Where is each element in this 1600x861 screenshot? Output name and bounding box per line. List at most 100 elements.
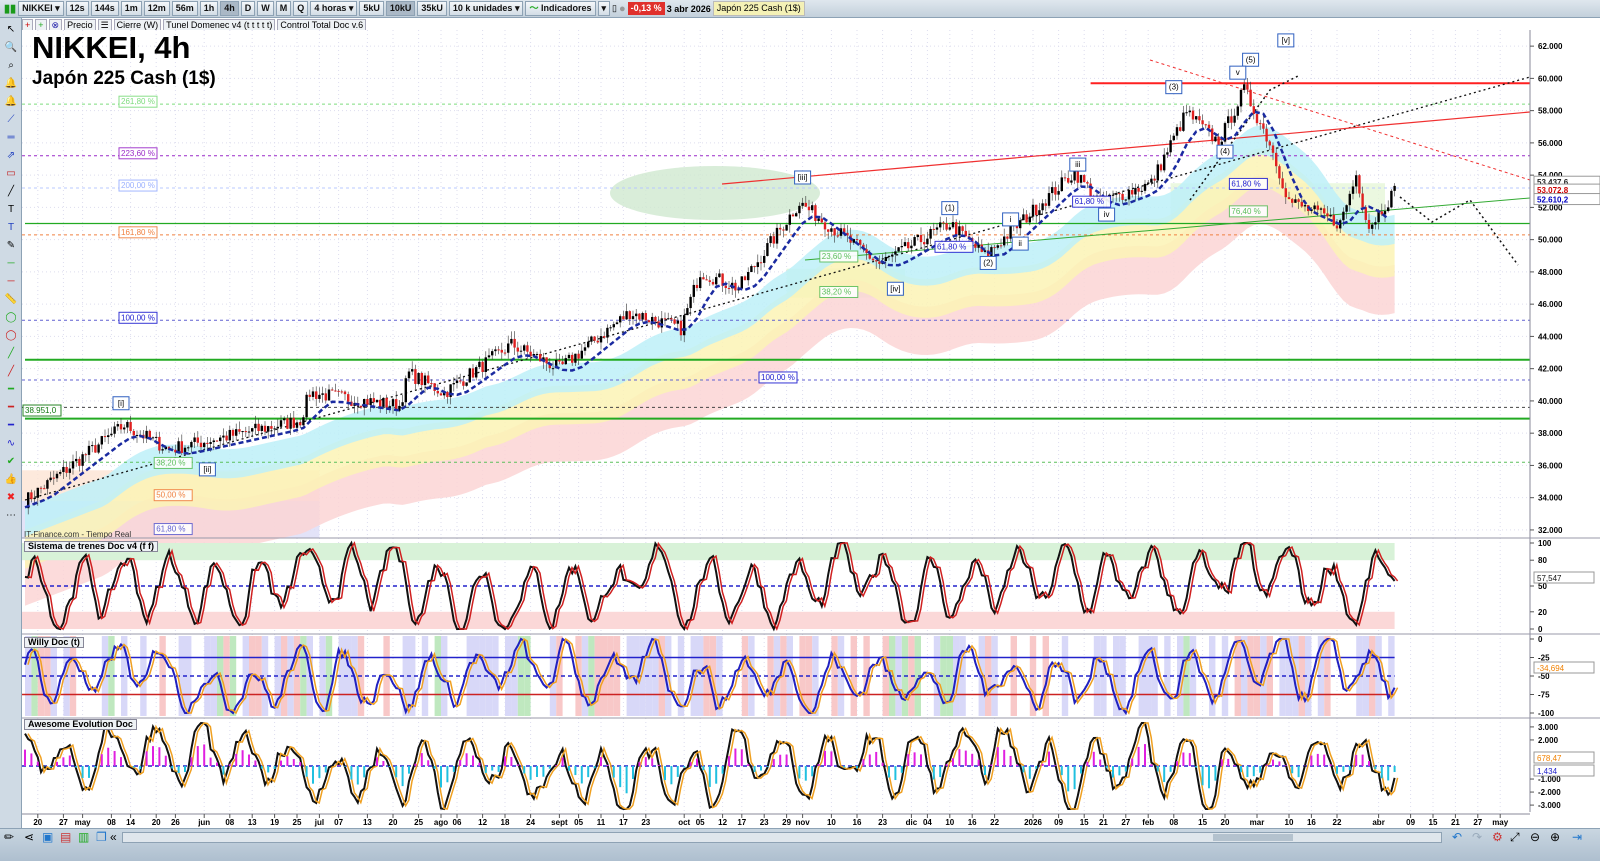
candle-body [683, 315, 686, 336]
candle-body [119, 424, 123, 430]
candle-body [635, 313, 638, 317]
elliott-wave-label: [ii] [203, 465, 211, 474]
candle-body [87, 445, 91, 455]
undo-icon[interactable]: ↶ [1452, 830, 1462, 844]
candle-body [1294, 199, 1297, 203]
oscillator-axis-label: 0 [1538, 635, 1543, 644]
time-axis-label: 05 [696, 818, 705, 827]
time-axis-label: 15 [1198, 818, 1207, 827]
candle-body [270, 426, 273, 429]
time-axis-label: dic [906, 818, 918, 827]
candle-body [1031, 204, 1035, 217]
candle-body [1166, 152, 1169, 155]
candle-body [523, 345, 526, 351]
candle-body [305, 394, 308, 418]
candle-body [1086, 182, 1089, 184]
oscillator-axis-label: 2.000 [1538, 736, 1559, 745]
elliott-wave-label: [i] [118, 399, 124, 408]
candle-body [945, 223, 948, 230]
candle-body [68, 468, 71, 473]
candle-body [372, 398, 375, 403]
time-axis-label: 24 [526, 818, 535, 827]
fib-label: 100,00 % [761, 373, 795, 382]
candle-body [1287, 197, 1291, 200]
candle-body [836, 235, 839, 237]
panel-title-awesome[interactable]: Awesome Evolution Doc [24, 719, 137, 730]
collapse-icon[interactable]: « [110, 830, 117, 844]
redo-icon[interactable]: ↷ [1472, 830, 1482, 844]
candle-body [193, 437, 196, 442]
zoom-in-icon[interactable]: ⊕ [1550, 830, 1560, 844]
candle-body [1025, 214, 1028, 223]
time-axis-label: may [75, 818, 92, 827]
candle-body [295, 422, 299, 428]
candle-body [103, 436, 107, 438]
candle-body [1172, 135, 1175, 141]
candle-body [417, 372, 420, 384]
candle-body [923, 242, 926, 245]
candle-body [1284, 188, 1287, 198]
candle-body [910, 245, 913, 249]
panel-title-trenes[interactable]: Sistema de trenes Doc v4 (f f) [24, 541, 159, 552]
candle-body [801, 202, 804, 206]
candle-body [727, 287, 731, 289]
candle-body [903, 242, 907, 247]
pencil-icon[interactable]: ✏ [4, 830, 14, 844]
candle-body [785, 224, 788, 231]
time-axis-label: 12 [478, 818, 487, 827]
candle-body [711, 281, 715, 285]
time-axis-label: 16 [968, 818, 977, 827]
candle-body [1323, 208, 1326, 214]
calc-icon[interactable]: ▤ [60, 830, 71, 844]
share-icon[interactable]: ⋖ [24, 830, 34, 844]
zoom-fit-icon[interactable]: ⤢ [1510, 830, 1520, 845]
candle-body [1134, 188, 1137, 195]
candle-body [900, 246, 903, 248]
time-axis-label: 29 [782, 818, 791, 827]
candle-body [999, 245, 1003, 247]
horizontal-scrollbar[interactable] [122, 832, 1442, 843]
candle-body [369, 398, 372, 406]
candle-body [484, 357, 487, 372]
candle-body [1076, 170, 1079, 183]
time-axis-label: 22 [990, 818, 999, 827]
candle-body [535, 353, 539, 355]
layers-icon[interactable]: ▥ [78, 830, 89, 844]
time-axis-label: 07 [334, 818, 343, 827]
scroll-thumb[interactable] [1213, 834, 1293, 841]
candle-body [187, 447, 190, 449]
candle-body [1201, 120, 1204, 125]
candle-body [107, 435, 110, 438]
oscillator-axis-label: -25 [1538, 654, 1550, 663]
fib-label: 23,60 % [822, 252, 851, 261]
windows-icon[interactable]: ❐ [96, 830, 107, 844]
candle-body [209, 442, 212, 444]
time-axis-label: 27 [1121, 818, 1130, 827]
candle-body [212, 440, 215, 443]
candle-body [1073, 170, 1076, 181]
candle-body [875, 260, 878, 262]
candle-body [689, 296, 692, 309]
panel-title-willy[interactable]: Willy Doc (t) [24, 637, 84, 648]
price-axis-label: 34.000 [1538, 494, 1563, 503]
candle-body [788, 214, 791, 225]
price-axis-label: 38.000 [1538, 429, 1563, 438]
scroll-end-icon[interactable]: ⇥ [1572, 830, 1582, 844]
zoom-out-icon[interactable]: ⊖ [1530, 830, 1540, 844]
candle-body [955, 222, 958, 236]
candle-body [609, 327, 612, 329]
candle-body [670, 318, 673, 320]
candle-body [1303, 205, 1307, 207]
settings-icon[interactable]: ⚙ [1492, 830, 1503, 844]
candle-body [1121, 193, 1124, 200]
candle-body [1060, 177, 1063, 192]
candle-body [1175, 127, 1179, 136]
candle-body [321, 393, 324, 395]
candle-body [1364, 207, 1367, 220]
elliott-wave-label: i [1010, 215, 1012, 224]
candle-body [526, 345, 529, 352]
candle-body [913, 237, 916, 246]
chart-canvas[interactable]: 261,80 % 223,60 % 200,00 % 161,80 % 100,00 %… [0, 0, 1600, 861]
chat-icon[interactable]: ▣ [42, 830, 53, 844]
candle-body [420, 372, 423, 386]
